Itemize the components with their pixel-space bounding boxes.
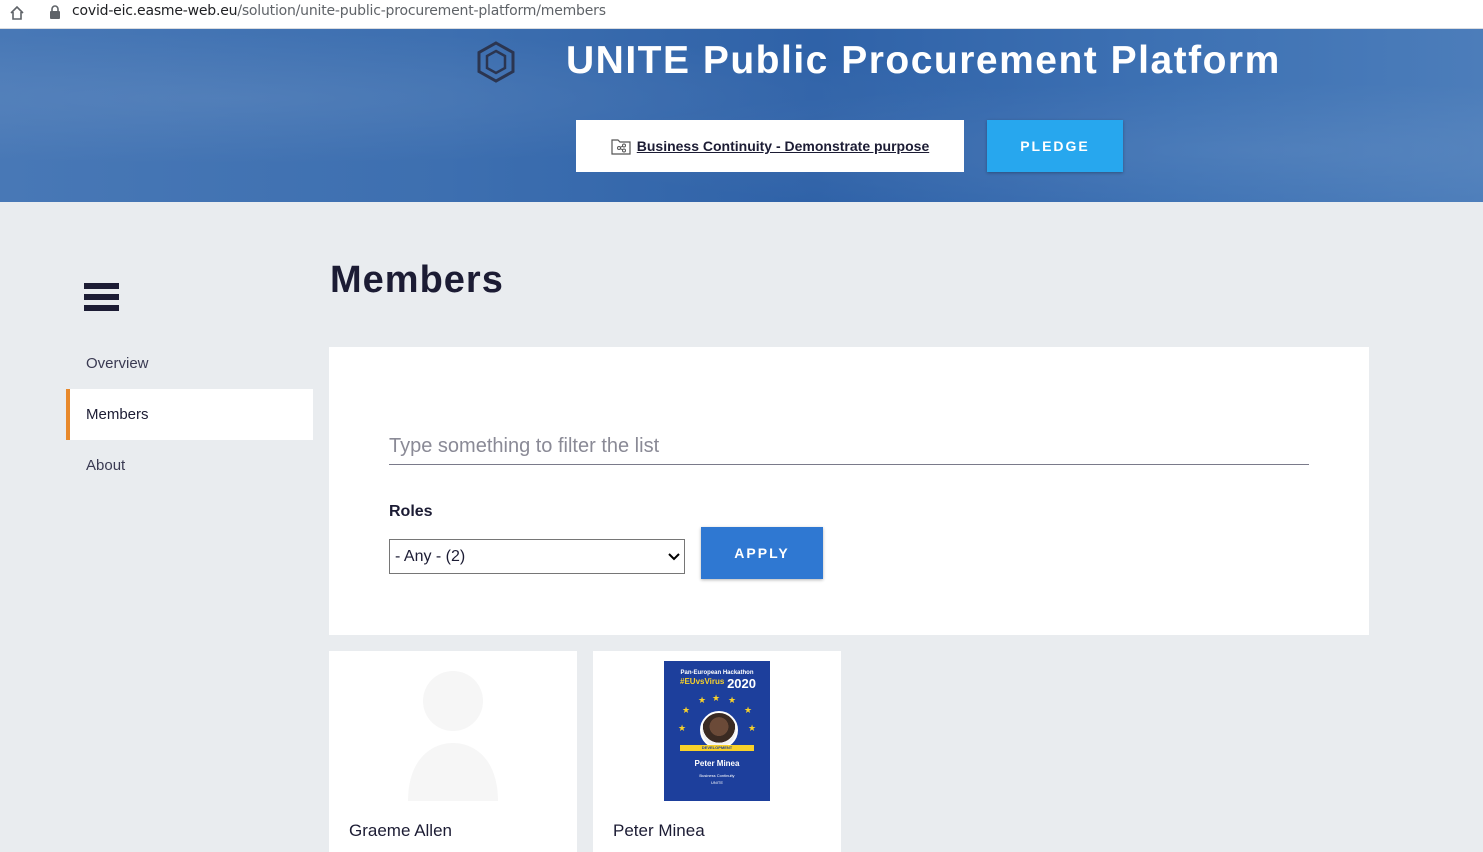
sidebar-nav: Overview Members About bbox=[66, 338, 313, 491]
pledge-button[interactable]: PLEDGE bbox=[987, 120, 1123, 172]
poster-year: 2020 bbox=[727, 676, 756, 691]
lock-icon bbox=[50, 5, 60, 19]
menu-bar bbox=[84, 283, 119, 289]
chevron-down-icon bbox=[668, 552, 680, 560]
placeholder-person-icon bbox=[408, 671, 498, 801]
sidebar-item-about[interactable]: About bbox=[66, 440, 313, 491]
page-title: Members bbox=[330, 259, 504, 301]
svg-text:★: ★ bbox=[678, 724, 686, 734]
svg-text:★: ★ bbox=[728, 696, 736, 706]
filter-panel: Roles - Any - (2) APPLY bbox=[329, 347, 1369, 635]
menu-bar bbox=[84, 294, 119, 300]
poster-line2: UNITE bbox=[711, 780, 723, 785]
filter-input[interactable] bbox=[389, 429, 1309, 465]
sidebar-item-members[interactable]: Members bbox=[66, 389, 313, 440]
browser-address-bar: covid-eic.easme-web.eu/solution/unite-pu… bbox=[0, 0, 1483, 29]
member-name[interactable]: Peter Minea bbox=[613, 821, 705, 841]
url-host: covid-eic.easme-web.eu bbox=[72, 3, 238, 19]
hamburger-menu-icon[interactable] bbox=[84, 283, 119, 313]
member-card[interactable]: Pan-European Hackathon #EUvsVirus 2020 ★… bbox=[593, 651, 841, 852]
challenge-link-button[interactable]: Business Continuity - Demonstrate purpos… bbox=[576, 120, 964, 172]
menu-bar bbox=[84, 305, 119, 311]
poster-ribbon: DEVELOPMENT bbox=[680, 745, 754, 751]
member-card[interactable]: Graeme Allen bbox=[329, 651, 577, 852]
svg-text:★: ★ bbox=[698, 696, 706, 706]
header-banner: UNITE Public Procurement Platform Busine… bbox=[0, 29, 1483, 202]
url-text[interactable]: covid-eic.easme-web.eu/solution/unite-pu… bbox=[72, 2, 606, 20]
svg-text:★: ★ bbox=[744, 706, 752, 716]
home-icon[interactable] bbox=[8, 4, 26, 22]
apply-button[interactable]: APPLY bbox=[701, 527, 823, 579]
roles-select[interactable]: - Any - (2) bbox=[389, 539, 685, 574]
solution-title: UNITE Public Procurement Platform bbox=[566, 39, 1281, 82]
svg-text:★: ★ bbox=[682, 706, 690, 716]
svg-text:★: ★ bbox=[712, 694, 720, 704]
roles-selected-value: - Any - (2) bbox=[395, 547, 466, 565]
url-path: /solution/unite-public-procurement-platf… bbox=[237, 3, 606, 19]
poster-name: Peter Minea bbox=[694, 759, 740, 768]
challenge-link-label: Business Continuity - Demonstrate purpos… bbox=[636, 138, 930, 154]
sidebar-item-overview[interactable]: Overview bbox=[66, 338, 313, 389]
svg-text:★: ★ bbox=[748, 724, 756, 734]
hackathon-poster-image: Pan-European Hackathon #EUvsVirus 2020 ★… bbox=[664, 661, 770, 801]
share-folder-icon bbox=[611, 139, 631, 155]
member-avatar: Pan-European Hackathon #EUvsVirus 2020 ★… bbox=[664, 661, 770, 801]
poster-line1: Business Continuity bbox=[699, 773, 735, 778]
profile-photo bbox=[700, 711, 738, 749]
member-avatar bbox=[400, 661, 506, 801]
solution-logo-icon bbox=[477, 41, 515, 83]
roles-label: Roles bbox=[389, 503, 433, 520]
poster-hashtag: #EUvsVirus bbox=[680, 677, 725, 686]
member-name[interactable]: Graeme Allen bbox=[349, 821, 452, 841]
